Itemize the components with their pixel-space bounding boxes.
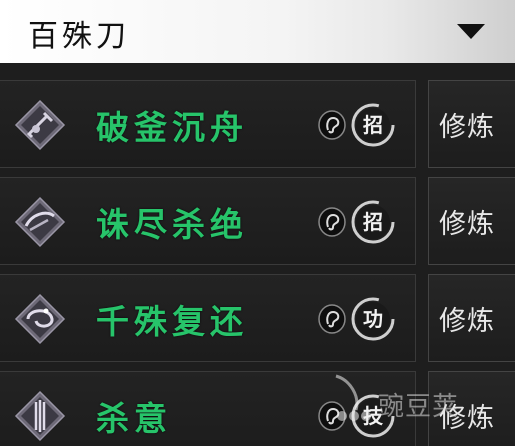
skill-row-body[interactable]: 千殊复还 功 xyxy=(0,274,416,362)
skill-row-body[interactable]: 破釜沉舟 招 xyxy=(0,80,416,168)
slash-skill-icon xyxy=(14,196,66,248)
train-button-label: 修炼 xyxy=(439,209,495,240)
train-button[interactable]: 修炼 xyxy=(428,177,515,265)
weapon-dropdown[interactable]: 百殊刀 xyxy=(0,0,515,63)
skill-type-label: 招 xyxy=(363,113,383,137)
triangle-down-icon[interactable] xyxy=(457,24,485,39)
sword-skill-icon xyxy=(14,99,66,151)
train-button[interactable]: 修炼 xyxy=(428,274,515,362)
skill-type-badge: 招 xyxy=(350,102,396,148)
skill-type-label: 招 xyxy=(363,210,383,234)
weapon-title: 百殊刀 xyxy=(28,19,130,54)
watermark-text: 豌豆荚 xyxy=(378,392,460,422)
pea-pod-logo-icon xyxy=(335,374,371,421)
skill-row[interactable]: 破釜沉舟 招 修炼 xyxy=(0,80,515,168)
skill-type-label: 功 xyxy=(363,307,383,331)
skill-name: 杀意 xyxy=(96,399,172,438)
skill-type-badge: 功 xyxy=(350,296,396,342)
swirl-skill-icon xyxy=(14,293,66,345)
train-button[interactable]: 修炼 xyxy=(428,80,515,168)
skill-name: 诛尽杀绝 xyxy=(96,205,248,244)
skill-panel: 百殊刀 破釜沉舟 招 修炼 诛尽杀绝 招 修炼 千殊复还 功 修炼 杀意 技 修… xyxy=(0,0,515,446)
ear-icon[interactable] xyxy=(318,304,346,334)
ear-icon[interactable] xyxy=(318,207,346,237)
ear-icon[interactable] xyxy=(318,110,346,140)
skill-name: 破釜沉舟 xyxy=(96,108,248,147)
skill-type-badge: 招 xyxy=(350,199,396,245)
skill-row-body[interactable]: 诛尽杀绝 招 xyxy=(0,177,416,265)
skill-row[interactable]: 千殊复还 功 修炼 xyxy=(0,274,515,362)
watermark: 豌豆荚 xyxy=(330,370,505,440)
blades-skill-icon xyxy=(14,390,66,442)
skill-row[interactable]: 诛尽杀绝 招 修炼 xyxy=(0,177,515,265)
train-button-label: 修炼 xyxy=(439,306,495,337)
skill-name: 千殊复还 xyxy=(96,302,248,341)
train-button-label: 修炼 xyxy=(439,112,495,143)
